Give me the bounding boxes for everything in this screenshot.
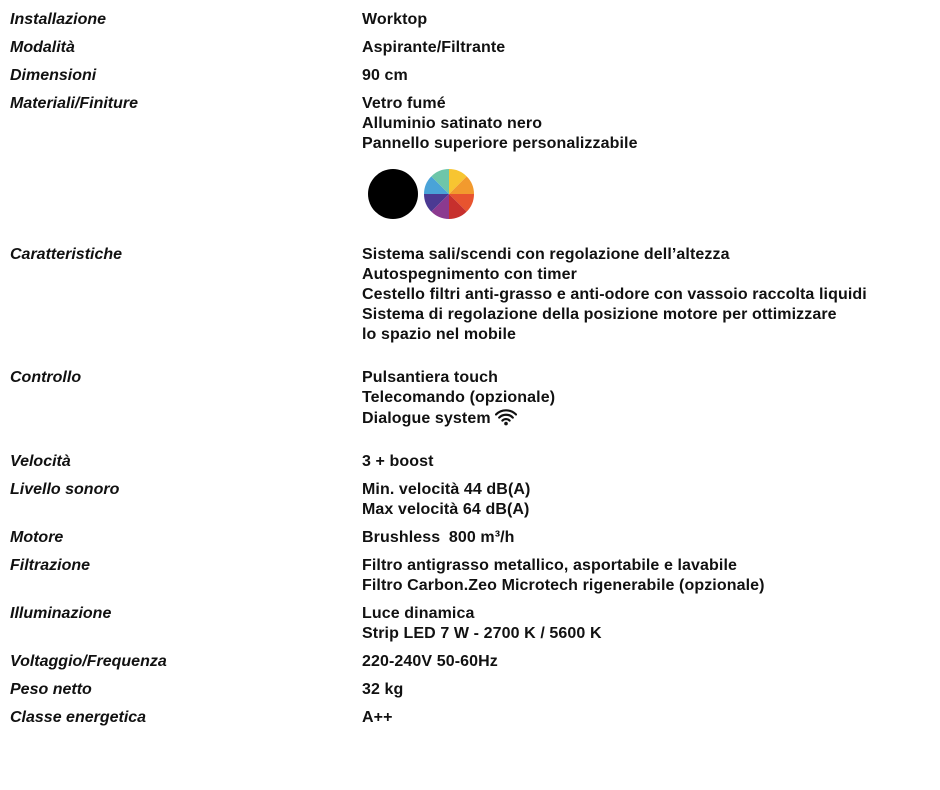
- motor-type: Brushless: [362, 529, 441, 546]
- spec-row-modalita: Modalità Aspirante/Filtrante: [10, 38, 940, 66]
- swatch-black: [368, 169, 418, 219]
- spec-value-line: A++: [362, 709, 393, 726]
- spec-value-line: Sistema sali/scendi con regolazione dell…: [362, 246, 730, 263]
- spec-row-livello-sonoro: Livello sonoro Min. velocità 44 dB(A) Ma…: [10, 480, 940, 528]
- spec-value-line: Strip LED 7 W - 2700 K / 5600 K: [362, 625, 602, 642]
- spec-value: Worktop: [362, 10, 940, 30]
- swatch-multicolor: [424, 169, 474, 219]
- spec-value-line: Luce dinamica: [362, 605, 475, 622]
- spec-value-line: 3 + boost: [362, 453, 434, 470]
- spec-row-materiali-finiture: Materiali/Finiture Vetro fumé Alluminio …: [10, 94, 940, 245]
- spec-value-line: Worktop: [362, 11, 428, 28]
- spec-value-line: Telecomando (opzionale): [362, 389, 556, 406]
- spec-value-line: Brushless 800 m³/h: [362, 528, 940, 548]
- spec-label: Velocità: [10, 453, 71, 470]
- spec-value: 220-240V 50-60Hz: [362, 652, 940, 672]
- motor-airflow: 800 m³/h: [448, 529, 515, 546]
- spec-table: Installazione Worktop Modalità Aspirante…: [10, 10, 940, 736]
- dialogue-system-label: Dialogue system: [362, 410, 491, 427]
- spec-value: Min. velocità 44 dB(A) Max velocità 64 d…: [362, 480, 940, 520]
- spec-row-caratteristiche: Caratteristiche Sistema sali/scendi con …: [10, 245, 940, 368]
- spec-value-line: Max velocità 64 dB(A): [362, 501, 530, 518]
- spec-row-voltaggio-frequenza: Voltaggio/Frequenza 220-240V 50-60Hz: [10, 652, 940, 680]
- spec-value-line: Filtro antigrasso metallico, asportabile…: [362, 557, 737, 574]
- wifi-icon: [494, 408, 517, 432]
- spec-row-motore: Motore Brushless 800 m³/h: [10, 528, 940, 556]
- spec-label: Classe energetica: [10, 709, 147, 726]
- spec-value-line: Sistema di regolazione della posizione m…: [362, 306, 837, 323]
- finish-swatches: [368, 169, 940, 219]
- spec-value: Luce dinamica Strip LED 7 W - 2700 K / 5…: [362, 604, 940, 644]
- spec-value: Sistema sali/scendi con regolazione dell…: [362, 245, 940, 345]
- multicolor-wheel-icon: [424, 169, 474, 219]
- spec-value: Vetro fumé Alluminio satinato nero Panne…: [362, 94, 940, 219]
- spec-value-line: Aspirante/Filtrante: [362, 39, 506, 56]
- spec-label: Installazione: [10, 11, 107, 28]
- spec-row-classe-energetica: Classe energetica A++: [10, 708, 940, 736]
- spec-value: Pulsantiera touch Telecomando (opzionale…: [362, 368, 940, 432]
- spec-value: Brushless 800 m³/h: [362, 528, 940, 548]
- spec-value-line: lo spazio nel mobile: [362, 326, 517, 343]
- spec-label: Livello sonoro: [10, 481, 120, 498]
- spec-label: Motore: [10, 529, 64, 546]
- spec-value: Filtro antigrasso metallico, asportabile…: [362, 556, 940, 596]
- spec-label: Dimensioni: [10, 67, 97, 84]
- spec-row-filtrazione: Filtrazione Filtro antigrasso metallico,…: [10, 556, 940, 604]
- spec-value-line: Vetro fumé: [362, 95, 446, 112]
- spec-value-line: Filtro Carbon.Zeo Microtech rigenerabile…: [362, 577, 765, 594]
- spec-value-line: Min. velocità 44 dB(A): [362, 481, 531, 498]
- spec-value: 3 + boost: [362, 452, 940, 472]
- spec-value-line: Dialogue system: [362, 408, 940, 432]
- spec-label: Voltaggio/Frequenza: [10, 653, 167, 670]
- spec-value: A++: [362, 708, 940, 728]
- spec-label: Peso netto: [10, 681, 92, 698]
- spec-row-peso-netto: Peso netto 32 kg: [10, 680, 940, 708]
- spec-label: Controllo: [10, 369, 82, 386]
- spec-value-line: Pannello superiore personalizzabile: [362, 135, 638, 152]
- spec-value-line: 32 kg: [362, 681, 404, 698]
- spec-row-dimensioni: Dimensioni 90 cm: [10, 66, 940, 94]
- spec-value: 32 kg: [362, 680, 940, 700]
- spec-row-controllo: Controllo Pulsantiera touch Telecomando …: [10, 368, 940, 452]
- spec-label: Materiali/Finiture: [10, 95, 139, 112]
- spec-value: 90 cm: [362, 66, 940, 86]
- spec-value-line: 90 cm: [362, 67, 408, 84]
- spec-value: Aspirante/Filtrante: [362, 38, 940, 58]
- spec-row-illuminazione: Illuminazione Luce dinamica Strip LED 7 …: [10, 604, 940, 652]
- spec-label: Filtrazione: [10, 557, 91, 574]
- spec-value-line: Cestello filtri anti-grasso e anti-odore…: [362, 286, 867, 303]
- spec-row-installazione: Installazione Worktop: [10, 10, 940, 38]
- spec-value-line: Alluminio satinato nero: [362, 115, 543, 132]
- spec-value-line: 220-240V 50-60Hz: [362, 653, 498, 670]
- spec-label: Illuminazione: [10, 605, 112, 622]
- spec-row-velocita: Velocità 3 + boost: [10, 452, 940, 480]
- spec-value-line: Autospegnimento con timer: [362, 266, 577, 283]
- spec-label: Caratteristiche: [10, 246, 123, 263]
- spec-label: Modalità: [10, 39, 75, 56]
- spec-value-line: Pulsantiera touch: [362, 369, 498, 386]
